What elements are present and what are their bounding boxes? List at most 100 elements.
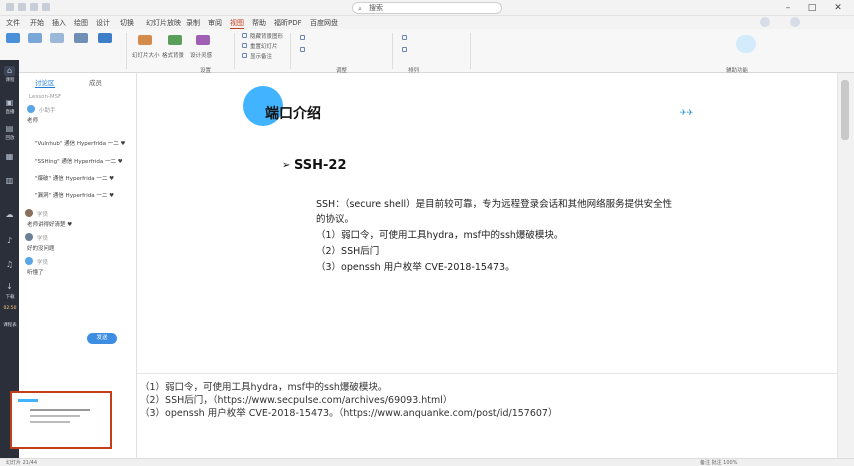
show-notes-label: 显示备注 <box>250 54 273 60</box>
body-line[interactable]: （1）弱口令，可使用工具hydra，msf中的ssh爆破模块。 <box>316 227 563 241</box>
tab-discussion[interactable]: 讨论区 <box>35 77 55 88</box>
note-line[interactable]: （1）弱口令，可使用工具hydra，msf中的ssh爆破模块。 <box>140 379 387 393</box>
slide-size-label: 幻灯片大小 <box>132 53 160 59</box>
slide-icon[interactable] <box>6 33 20 43</box>
thumb-line <box>30 421 70 423</box>
tab-home[interactable]: 开始 <box>30 18 44 28</box>
body-line[interactable]: （3）openssh 用户枚举 CVE-2018-15473。 <box>316 259 515 273</box>
chat-sender: 学员 <box>37 212 49 218</box>
rail-label: 下载 <box>5 295 15 300</box>
live-icon[interactable]: ▣ <box>4 98 15 108</box>
avatar <box>25 257 33 265</box>
section-icon[interactable] <box>50 33 64 43</box>
checkbox-icon[interactable] <box>242 33 247 38</box>
thumb-line <box>30 415 80 417</box>
autosave-icon[interactable] <box>6 3 14 11</box>
maximize-button[interactable]: □ <box>804 2 820 14</box>
redo-icon[interactable] <box>42 3 50 11</box>
chat-message: 老师讲得好清楚 ♥ <box>27 222 73 228</box>
rail-label: 回放 <box>5 136 15 141</box>
checkbox-icon[interactable] <box>242 53 247 58</box>
chat-sender: 小助手 <box>39 108 56 114</box>
align-icon[interactable] <box>300 35 305 40</box>
tab-baidu-netdisk[interactable]: 百度网盘 <box>310 18 338 28</box>
notes-page-icon[interactable] <box>98 33 112 43</box>
tab-design[interactable]: 设计 <box>96 18 110 28</box>
tab-insert[interactable]: 插入 <box>52 18 66 28</box>
status-right[interactable]: 备注 批注 100% <box>700 459 737 466</box>
layout-icon[interactable] <box>28 33 42 43</box>
tab-file[interactable]: 文件 <box>6 18 20 28</box>
close-button[interactable]: ✕ <box>830 2 846 14</box>
folder-icon[interactable]: ▥ <box>4 176 15 186</box>
save-icon[interactable] <box>18 3 26 11</box>
checkbox-icon[interactable] <box>242 43 247 48</box>
body-line[interactable]: 的协议。 <box>316 211 354 225</box>
rail-label: 课程 <box>5 78 15 83</box>
designer-icon[interactable] <box>196 35 210 45</box>
chat-sender: 学员 <box>37 260 49 266</box>
comments-icon[interactable] <box>760 17 770 27</box>
note-line[interactable]: （2）SSH后门，（https://www.secpulse.com/archi… <box>140 392 452 406</box>
tab-record[interactable]: 录制 <box>186 18 200 28</box>
download-icon[interactable]: ↓ <box>4 282 15 292</box>
separator <box>234 33 235 69</box>
list-item: "漏洞" 通信 Hyperfrida 一二 ♥ <box>35 193 115 199</box>
outline-icon[interactable] <box>74 33 88 43</box>
tab-help[interactable]: 帮助 <box>252 18 266 28</box>
minimize-button[interactable]: – <box>780 2 796 14</box>
slide-title[interactable]: 端口介绍 <box>265 103 321 123</box>
separator <box>392 33 393 69</box>
tab-draw[interactable]: 绘图 <box>74 18 88 28</box>
tab-transitions[interactable]: 切换 <box>120 18 134 28</box>
send-button[interactable]: 发送 <box>87 333 117 344</box>
format-background-label: 格式背景 <box>162 53 185 59</box>
timer-readout: 02:50 <box>3 306 17 311</box>
tab-slideshow[interactable]: 幻灯片放映 <box>146 18 181 28</box>
ribbon-tabs: 文件 开始 插入 绘图 设计 切换 幻灯片放映 录制 审阅 视图 帮助 福昕PD… <box>0 16 854 29</box>
body-line[interactable]: SSH：（secure shell）是目前较可靠，专为远程登录会话和其他网络服务… <box>316 196 672 210</box>
tab-view[interactable]: 视图 <box>230 18 244 29</box>
rail-label: 课程表 <box>3 323 17 328</box>
list-item: "爆破" 通信 Hyperfrida 一二 ♥ <box>35 176 115 182</box>
search-input[interactable]: ⌕ 搜索 <box>352 2 502 14</box>
bullet-arrow-icon: ➢ <box>282 160 291 171</box>
group-icon[interactable] <box>300 47 305 52</box>
volume-icon[interactable]: ♪ <box>4 236 15 246</box>
thumb-title <box>18 399 38 402</box>
tab-review[interactable]: 审阅 <box>208 18 222 28</box>
format-background-icon[interactable] <box>168 35 182 45</box>
tab-foxit-pdf[interactable]: 福昕PDF <box>274 18 302 28</box>
note-line[interactable]: （3）openssh 用户枚举 CVE-2018-15473。（https://… <box>140 405 557 419</box>
chat-sender: 学员 <box>37 236 49 242</box>
selection-pane-icon[interactable] <box>402 47 407 52</box>
ribbon: 幻灯片大小 格式背景 设计灵感 隐藏背景图形 重置幻灯片 显示备注 设置 调整 … <box>0 29 854 74</box>
search-icon: ⌕ <box>358 5 362 13</box>
replay-icon[interactable]: ▤ <box>4 124 15 134</box>
slide-size-icon[interactable] <box>138 35 152 45</box>
rotate-icon[interactable] <box>402 35 407 40</box>
undo-icon[interactable] <box>30 3 38 11</box>
slide-thumbnail[interactable] <box>10 391 112 449</box>
chat-message: 好的没问题 <box>27 246 55 252</box>
cloud-icon[interactable]: ☁ <box>4 210 15 220</box>
avatar <box>27 105 35 113</box>
slide-counter: 幻灯片 21/44 <box>6 460 37 466</box>
status-bar: 幻灯片 21/44 备注 批注 100% <box>0 458 854 466</box>
body-line[interactable]: （2）SSH后门 <box>316 243 379 257</box>
scrollbar-thumb[interactable] <box>841 80 849 140</box>
accessibility-icon[interactable] <box>736 35 756 53</box>
rail-label: 直播 <box>5 110 15 115</box>
tab-members[interactable]: 成员 <box>89 77 102 87</box>
share-icon[interactable] <box>790 17 800 27</box>
search-placeholder: 搜索 <box>369 4 383 12</box>
hide-background-label: 隐藏背景图形 <box>250 34 284 40</box>
list-item: "SSHing" 通信 Hyperfrida 一二 ♥ <box>35 159 123 165</box>
section-heading[interactable]: SSH-22 <box>294 158 347 173</box>
title-bar: ⌕ 搜索 – □ ✕ <box>0 0 854 16</box>
doc-icon[interactable]: ▦ <box>4 152 15 162</box>
slide-canvas[interactable] <box>137 73 837 373</box>
music-icon[interactable]: ♫ <box>4 260 15 270</box>
home-icon[interactable]: ⌂ <box>4 66 15 76</box>
reset-slide-label: 重置幻灯片 <box>250 44 278 50</box>
